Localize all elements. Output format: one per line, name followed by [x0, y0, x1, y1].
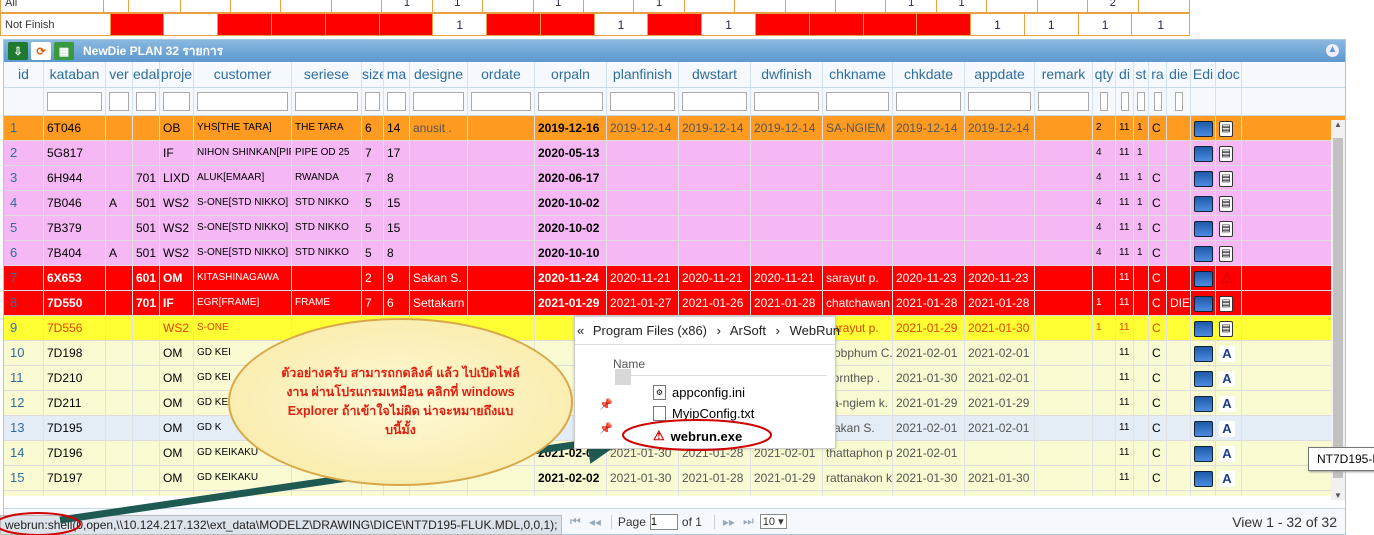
hover-tooltip: NT7D195-FLUK — [1308, 447, 1374, 471]
breadcrumb-item-program-files[interactable]: Program Files (x86) — [593, 323, 707, 338]
file-name: appconfig.ini — [672, 385, 745, 400]
breadcrumb-overflow-icon[interactable]: « — [577, 323, 584, 338]
annotation-overlay — [0, 422, 629, 535]
pin-icon: 📌 — [599, 423, 613, 435]
status-highlight-circle — [0, 512, 81, 535]
pin-icon: 📌 — [599, 399, 613, 411]
explorer-breadcrumb: « Program Files (x86) › ArSoft › WebRun — [575, 317, 840, 345]
webrun-highlight-circle — [622, 419, 772, 451]
explorer-file-appconfig[interactable]: ⚙ appconfig.ini — [653, 385, 745, 400]
explorer-scrollbar[interactable] — [615, 369, 631, 385]
breadcrumb-separator-icon: › — [716, 323, 721, 338]
callout-text: ตัวอย่างครับ สามารถกดลิงค์ แล้ว ไปเปิดไฟ… — [281, 366, 520, 437]
breadcrumb-separator-icon: › — [775, 323, 780, 338]
explorer-window: « Program Files (x86) › ArSoft › WebRun … — [574, 316, 840, 451]
breadcrumb-item-webrun[interactable]: WebRun — [790, 323, 840, 338]
breadcrumb-item-arsoft[interactable]: ArSoft — [730, 323, 766, 338]
ini-file-icon: ⚙ — [653, 385, 666, 400]
callout-bubble: ตัวอย่างครับ สามารถกดลิงค์ แล้ว ไปเปิดไฟ… — [228, 318, 573, 486]
